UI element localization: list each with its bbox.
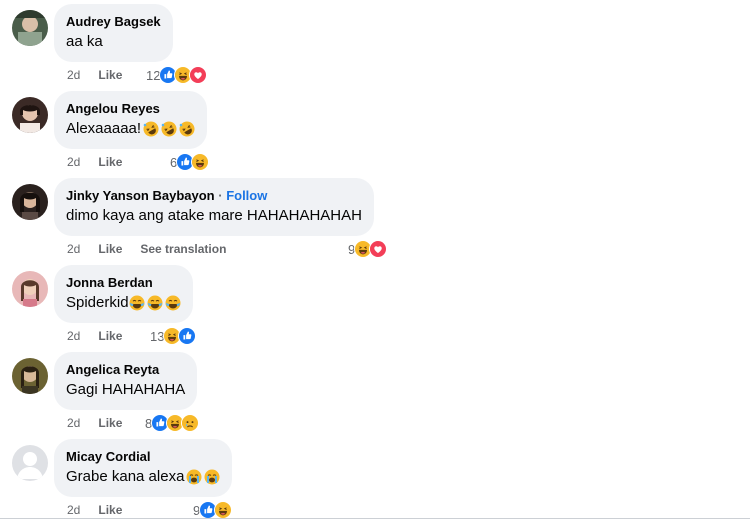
comment-text-content: Gagi HAHAHAHA [66, 381, 186, 398]
comment-author[interactable]: Jonna Berdan [66, 274, 181, 291]
comment-bubble: Angelica Reyta Gagi HAHAHAHA [54, 352, 198, 410]
love-icon [369, 240, 388, 258]
comment-meta: 2d Like [67, 415, 122, 431]
comment-text: dimo kaya ang atake mare HAHAHAHAHAH [66, 206, 362, 226]
reaction-summary[interactable]: 13 [150, 327, 197, 345]
love-icon [189, 66, 208, 84]
comment-bubble: Jonna Berdan Spiderkid [54, 265, 193, 323]
see-translation-button[interactable]: See translation [140, 242, 226, 256]
separator-dot: · [218, 188, 227, 203]
reaction-summary[interactable]: 6 [170, 153, 210, 171]
reaction-summary[interactable]: 9 [348, 240, 388, 258]
avatar[interactable] [12, 97, 48, 133]
comment-text-content: dimo kaya ang atake mare HAHAHAHAHAH [66, 207, 362, 224]
comment-time[interactable]: 2d [67, 68, 80, 82]
comment-bubble: Jinky Yanson Baybayon · Follow dimo kaya… [54, 178, 374, 236]
comment-time[interactable]: 2d [67, 242, 80, 256]
sad-icon [181, 414, 200, 432]
comment-meta: 2d Like [67, 328, 122, 344]
comment-author[interactable]: Angelou Reyes [66, 100, 195, 117]
comment-item: Angelica Reyta Gagi HAHAHAHA 2d Like 8 [0, 352, 750, 439]
reaction-count: 13 [150, 328, 165, 344]
comment-text: Grabe kana alexa [66, 467, 220, 487]
comment-text: Spiderkid [66, 293, 181, 313]
comment-item: Jinky Yanson Baybayon · Follow dimo kaya… [0, 178, 750, 265]
comment-author[interactable]: Angelica Reyta [66, 361, 185, 378]
comment-time[interactable]: 2d [67, 503, 80, 517]
comment-bubble: Audrey Bagsek aa ka [54, 4, 173, 62]
comment-item: Audrey Bagsek aa ka 2d Like 12 [0, 4, 750, 91]
joy-emoji [165, 295, 181, 311]
comment-time[interactable]: 2d [67, 416, 80, 430]
comment-text-content: Alexaaaaa! [66, 120, 142, 137]
avatar[interactable] [12, 445, 48, 481]
crying-emoji [186, 469, 202, 485]
avatar[interactable] [12, 271, 48, 307]
comment-bubble: Micay Cordial Grabe kana alexa [54, 439, 233, 497]
comment-text-content: Grabe kana alexa [66, 468, 185, 485]
comment-time[interactable]: 2d [67, 155, 80, 169]
comment-item: Jonna Berdan Spiderkid 2d Like 13 [0, 265, 750, 352]
follow-button[interactable]: Follow [226, 188, 267, 203]
comment-text: Alexaaaaa! [66, 119, 195, 139]
comment-item: Angelou Reyes Alexaaaaa! 2d Like 6 [0, 91, 750, 178]
rofl-emoji [179, 121, 195, 137]
comment-text: aa ka [66, 32, 161, 52]
avatar[interactable] [12, 184, 48, 220]
reaction-count: 12 [146, 67, 161, 83]
comment-author-row: Jinky Yanson Baybayon · Follow [66, 187, 362, 204]
comment-bubble: Angelou Reyes Alexaaaaa! [54, 91, 208, 149]
reaction-summary[interactable]: 12 [146, 66, 208, 84]
comment-meta: 2d Like [67, 67, 122, 83]
reaction-summary[interactable]: 9 [193, 501, 233, 519]
like-button[interactable]: Like [98, 68, 122, 82]
avatar[interactable] [12, 10, 48, 46]
joy-emoji [147, 295, 163, 311]
comment-meta: 2d Like [67, 502, 122, 518]
comment-meta: 2d Like [67, 154, 122, 170]
like-button[interactable]: Like [98, 329, 122, 343]
comment-item: Micay Cordial Grabe kana alexa 2d Like 9 [0, 439, 750, 526]
like-button[interactable]: Like [98, 242, 122, 256]
rofl-emoji [161, 121, 177, 137]
like-icon [178, 327, 197, 345]
avatar[interactable] [12, 358, 48, 394]
crying-emoji [204, 469, 220, 485]
haha-icon [191, 153, 210, 171]
like-button[interactable]: Like [98, 416, 122, 430]
like-button[interactable]: Like [98, 503, 122, 517]
reaction-summary[interactable]: 8 [145, 414, 200, 432]
rofl-emoji [143, 121, 159, 137]
comment-author[interactable]: Micay Cordial [66, 448, 220, 465]
comment-meta: 2d Like See translation [67, 241, 226, 257]
comment-text-content: Spiderkid [66, 294, 129, 311]
comment-time[interactable]: 2d [67, 329, 80, 343]
like-button[interactable]: Like [98, 155, 122, 169]
haha-icon [214, 501, 233, 519]
comment-author[interactable]: Jinky Yanson Baybayon [66, 188, 215, 203]
divider [0, 518, 750, 519]
comment-text: Gagi HAHAHAHA [66, 380, 185, 400]
comment-text-content: aa ka [66, 33, 103, 50]
joy-emoji [129, 295, 145, 311]
comment-author[interactable]: Audrey Bagsek [66, 13, 161, 30]
